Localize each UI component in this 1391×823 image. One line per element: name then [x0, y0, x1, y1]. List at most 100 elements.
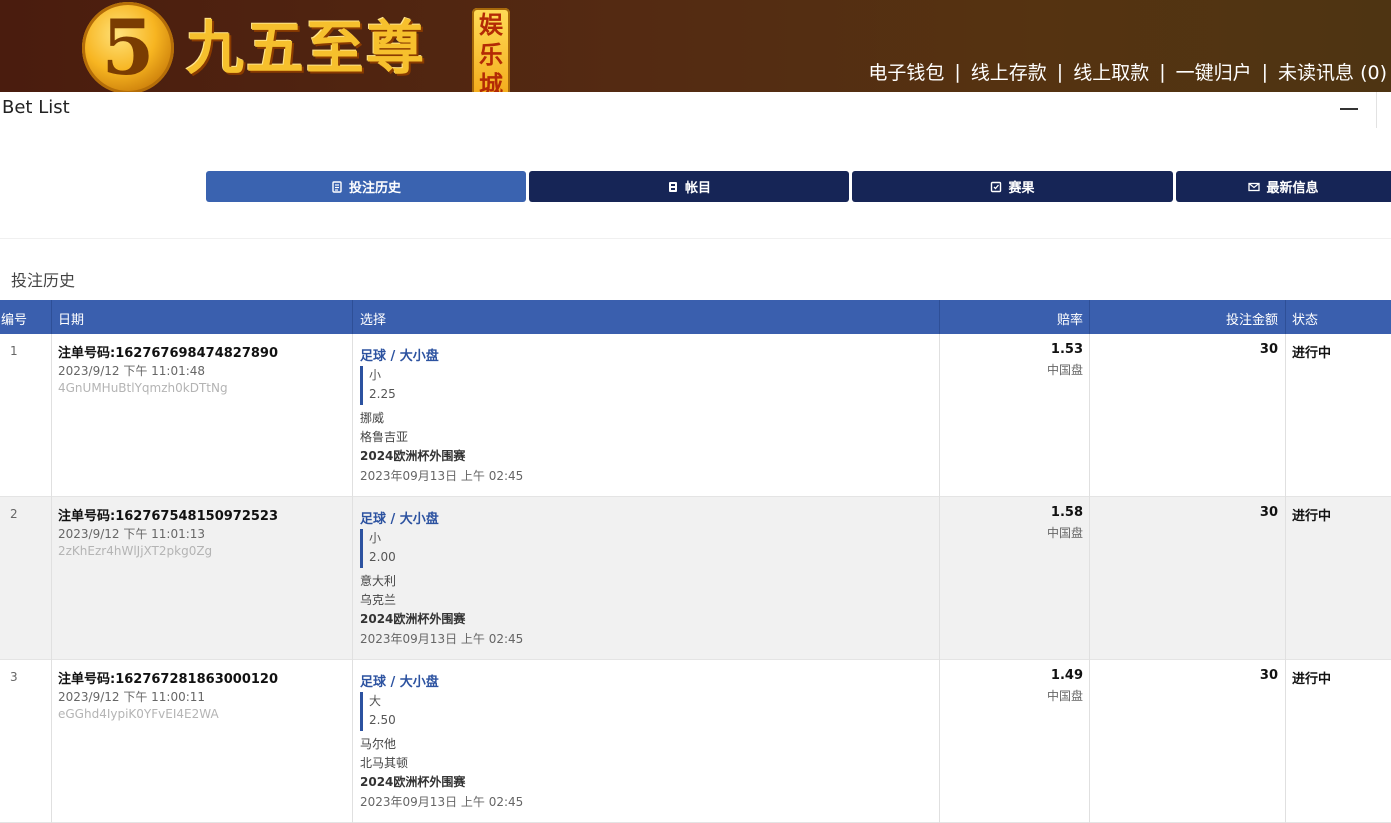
bet-code: 2zKhEzr4hWlJjXT2pkg0Zg [58, 544, 213, 558]
nav-online-deposit[interactable]: 线上存款 [971, 58, 1047, 85]
column-header-status[interactable]: 状态 [1292, 309, 1318, 328]
receipt-icon [332, 180, 342, 193]
odds-market: 中国盘 [1046, 689, 1083, 703]
column-header-number[interactable]: 编号 [1, 309, 27, 328]
column-divider [352, 497, 353, 660]
results-icon [991, 181, 1002, 192]
away-team: 乌克兰 [360, 593, 397, 607]
column-divider [1285, 300, 1286, 334]
column-divider [1089, 300, 1090, 334]
window-title-bar: Bet List [0, 92, 1391, 128]
minimize-button[interactable] [1340, 108, 1358, 110]
league-name: 2024欧洲杯外围赛 [360, 775, 466, 789]
away-team: 北马其顿 [360, 756, 409, 770]
ledger-icon [668, 181, 677, 192]
column-divider [1089, 334, 1090, 497]
nav-separator: | [1056, 60, 1064, 83]
column-header-selection[interactable]: 选择 [360, 309, 386, 328]
column-divider [1285, 660, 1286, 823]
sport-market-link[interactable]: 足球 / 大小盘 [360, 671, 439, 690]
match-time: 2023年09月13日 上午 02:45 [360, 795, 524, 809]
column-divider [939, 660, 940, 823]
odds-value: 1.49 [1050, 668, 1083, 683]
nav-separator: | [1261, 60, 1269, 83]
tab-label: 帐目 [684, 181, 711, 196]
tab-latest-news[interactable]: 最新信息 [1176, 171, 1391, 202]
logo-badge-char: 乐 [479, 40, 503, 69]
nav-online-withdraw[interactable]: 线上取款 [1073, 58, 1149, 85]
column-divider [939, 334, 940, 497]
window-title: Bet List [2, 97, 70, 118]
selection-line: 2.50 [369, 713, 396, 727]
logo-badge-char: 娱 [479, 10, 503, 39]
order-number: 注单号码:162767281863000120 [58, 672, 279, 687]
header-banner: 5 九五至尊 娱 乐 城 电子钱包 | 线上存款 | 线上取款 | 一键归户 |… [0, 0, 1391, 92]
odds-market: 中国盘 [1046, 526, 1083, 540]
column-header-date[interactable]: 日期 [58, 309, 84, 328]
bet-time: 2023/9/12 下午 11:01:13 [58, 527, 206, 541]
selection-block: 小 2.25 [360, 366, 396, 405]
nav-e-wallet[interactable]: 电子钱包 [868, 58, 944, 85]
tab-results[interactable]: 赛果 [852, 171, 1173, 202]
odds-value: 1.58 [1050, 505, 1083, 520]
nav-unread-messages[interactable]: 未读讯息 (0) [1278, 58, 1387, 85]
stake-amount: 30 [1259, 505, 1278, 520]
league-name: 2024欧洲杯外围赛 [360, 612, 466, 626]
bet-code: 4GnUMHuBtlYqmzh0kDTtNg [58, 381, 228, 395]
selection-block: 小 2.00 [360, 529, 396, 568]
column-header-odds[interactable]: 赔率 [1057, 309, 1083, 328]
column-header-stake[interactable]: 投注金额 [1226, 309, 1278, 328]
order-number: 注单号码:162767548150972523 [58, 509, 279, 524]
nav-separator: | [954, 60, 961, 83]
status-badge: 进行中 [1292, 672, 1332, 687]
top-nav: 电子钱包 | 线上存款 | 线上取款 | 一键归户 | 未读讯息 (0) [868, 58, 1387, 85]
row-number: 3 [10, 670, 18, 684]
home-team: 挪威 [360, 411, 385, 425]
table-row: 1 注单号码:162767698474827890 2023/9/12 下午 1… [0, 334, 1391, 497]
sport-market-link[interactable]: 足球 / 大小盘 [360, 508, 439, 527]
logo-numeral: 5 [101, 3, 155, 92]
logo-badge-char: 城 [479, 70, 503, 92]
home-team: 意大利 [360, 574, 397, 588]
divider [0, 238, 1391, 239]
selection-pick: 小 [369, 531, 382, 545]
stake-amount: 30 [1259, 668, 1278, 683]
match-time: 2023年09月13日 上午 02:45 [360, 632, 524, 646]
away-team: 格鲁吉亚 [360, 430, 409, 444]
tab-bar: 投注历史 帐目 赛果 最新信息 [206, 171, 1391, 202]
table-row: 2 注单号码:162767548150972523 2023/9/12 下午 1… [0, 497, 1391, 660]
sport-market-link[interactable]: 足球 / 大小盘 [360, 345, 439, 364]
league-name: 2024欧洲杯外围赛 [360, 449, 466, 463]
column-divider [51, 497, 52, 660]
row-number: 2 [10, 507, 18, 521]
column-divider [352, 660, 353, 823]
column-divider [51, 660, 52, 823]
nav-one-click-transfer[interactable]: 一键归户 [1176, 58, 1252, 85]
tab-label: 投注历史 [348, 181, 401, 196]
tab-bet-history[interactable]: 投注历史 [206, 171, 526, 202]
match-time: 2023年09月13日 上午 02:45 [360, 469, 524, 483]
column-divider [51, 334, 52, 497]
column-divider [1285, 497, 1286, 660]
bet-time: 2023/9/12 下午 11:01:48 [58, 364, 206, 378]
column-divider [1089, 497, 1090, 660]
logo-text[interactable]: 九五至尊 [186, 12, 426, 84]
status-badge: 进行中 [1292, 346, 1332, 361]
selection-pick: 大 [369, 694, 382, 708]
table-row: 3 注单号码:162767281863000120 2023/9/12 下午 1… [0, 660, 1391, 823]
bet-time: 2023/9/12 下午 11:00:11 [58, 690, 206, 704]
tab-label: 赛果 [1008, 181, 1035, 196]
home-team: 马尔他 [360, 737, 397, 751]
column-divider [1089, 660, 1090, 823]
column-divider [939, 497, 940, 660]
selection-block: 大 2.50 [360, 692, 396, 731]
column-divider [51, 300, 52, 334]
title-divider [1376, 92, 1377, 128]
tab-account[interactable]: 帐目 [529, 171, 849, 202]
selection-pick: 小 [369, 368, 382, 382]
bet-table: 编号 日期 选择 赔率 投注金额 状态 1 注单号码:1627676984748… [0, 300, 1391, 823]
column-divider [352, 334, 353, 497]
logo-emblem[interactable]: 5 [82, 2, 174, 92]
tab-label: 最新信息 [1266, 181, 1319, 196]
section-title: 投注历史 [11, 271, 76, 290]
